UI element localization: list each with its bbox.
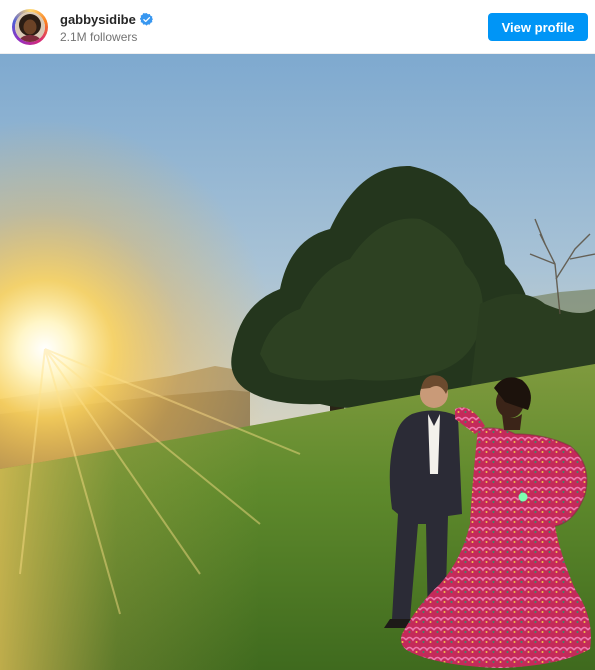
- avatar-image: [15, 12, 45, 42]
- instagram-embed: gabbysidibe 2.1M followers View profile: [0, 0, 595, 670]
- follower-count: 2.1M followers: [60, 30, 138, 44]
- username-row: gabbysidibe: [60, 12, 154, 27]
- username-link[interactable]: gabbysidibe: [60, 12, 136, 27]
- view-profile-button[interactable]: View profile: [488, 13, 588, 41]
- post-photo[interactable]: [0, 54, 595, 670]
- verified-icon: [139, 12, 154, 26]
- avatar[interactable]: [12, 9, 48, 45]
- post-header: gabbysidibe 2.1M followers View profile: [0, 0, 595, 54]
